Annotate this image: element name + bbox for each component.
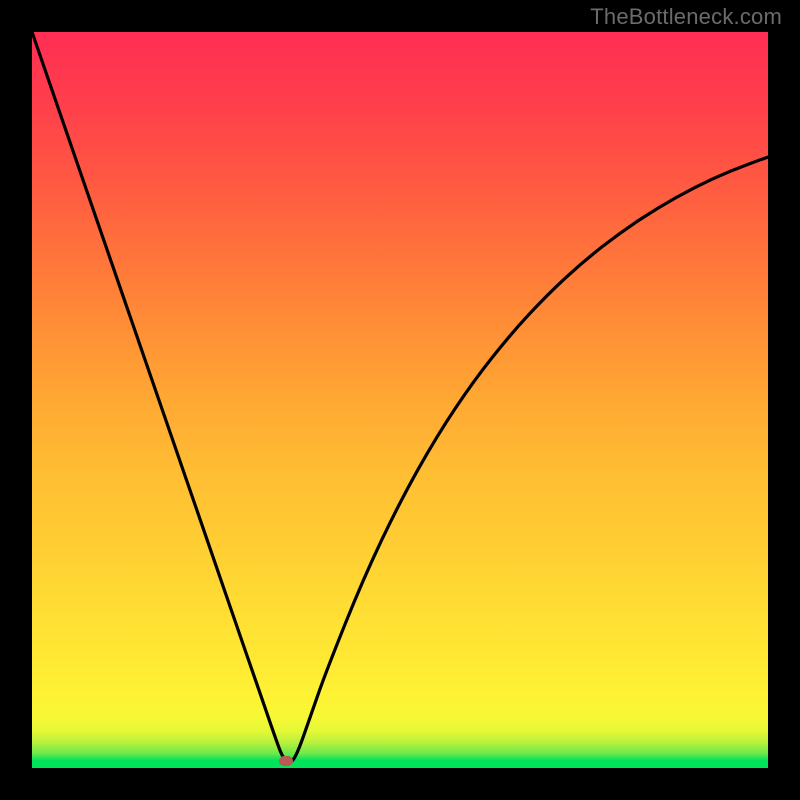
gradient-background [32,32,768,768]
plot-area [32,32,768,768]
optimal-point-marker [279,756,293,766]
chart-frame: TheBottleneck.com [0,0,800,800]
watermark-text: TheBottleneck.com [590,4,782,30]
